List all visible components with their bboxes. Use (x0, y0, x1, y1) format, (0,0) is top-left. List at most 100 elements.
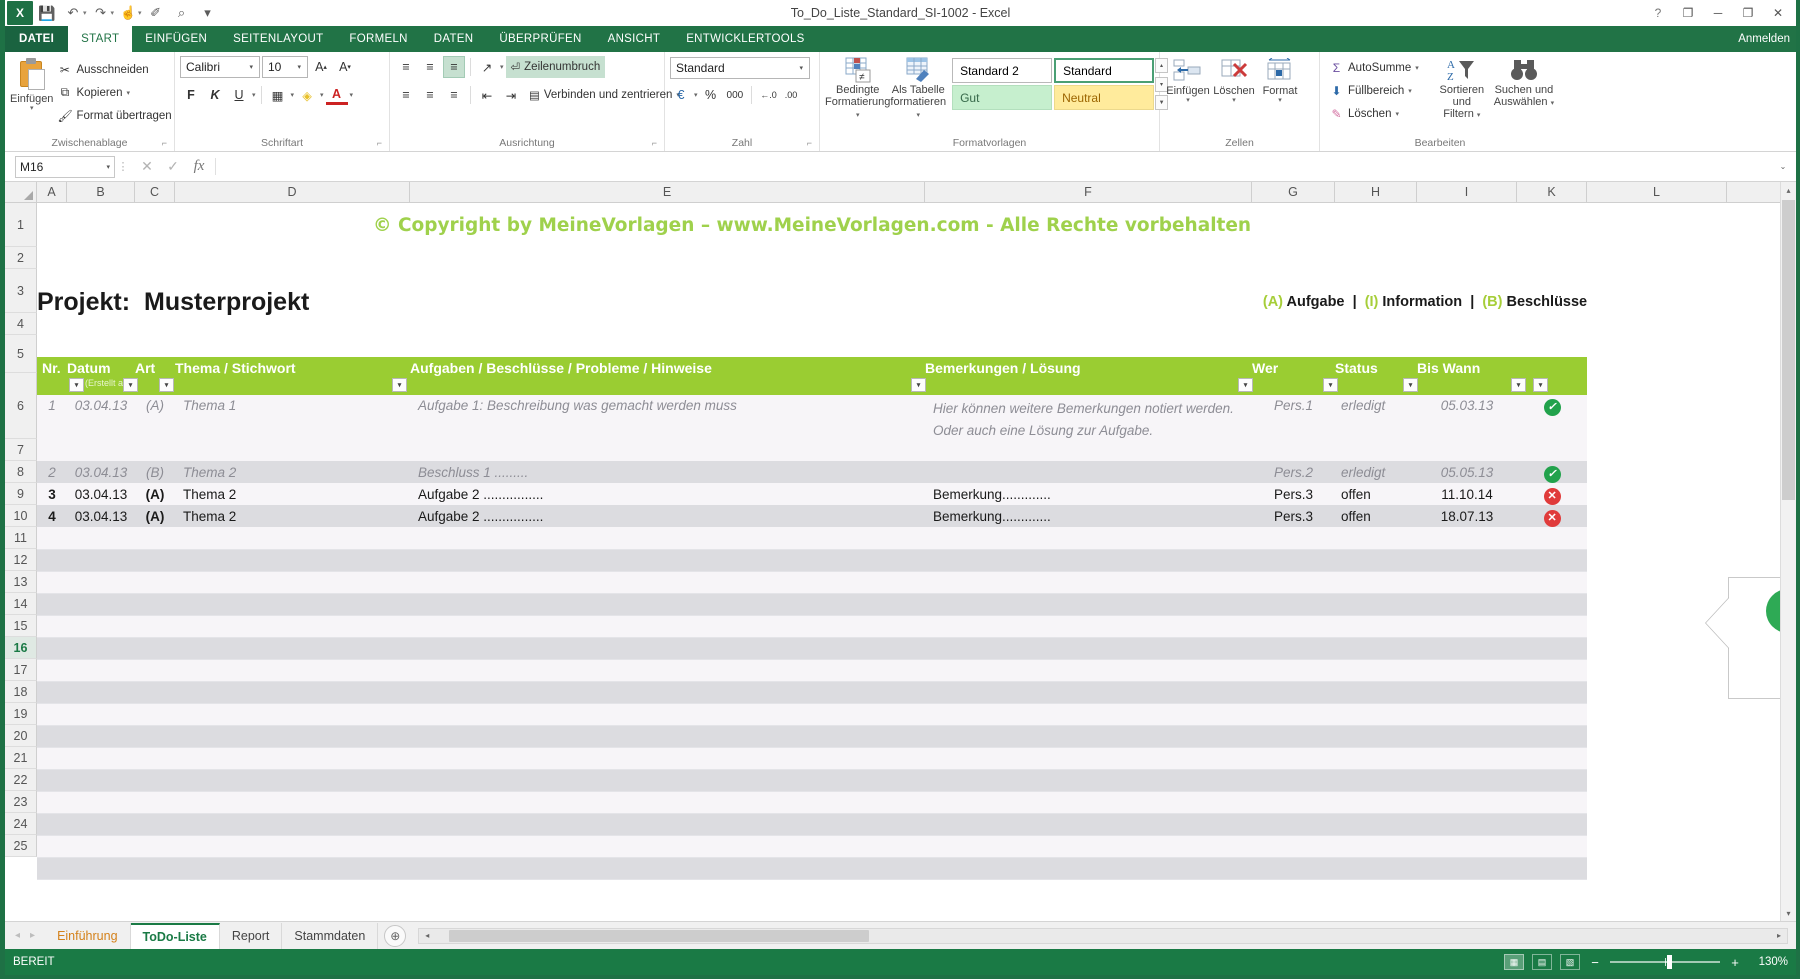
row-header-5[interactable]: 5 (5, 335, 37, 373)
table-row-empty[interactable] (37, 637, 1587, 659)
table-row-empty[interactable] (37, 791, 1587, 813)
table-row[interactable]: 3 03.04.13 (A) Thema 2 Aufgabe 2 .......… (37, 483, 1587, 505)
row-header-15[interactable]: 15 (5, 615, 37, 637)
merge-center-button[interactable]: ▤ Verbinden und zentrieren ▾ (524, 84, 685, 106)
paint-icon[interactable]: ✐ (144, 2, 168, 24)
filter-button-biswann[interactable]: ▾ (1511, 378, 1526, 392)
name-box[interactable]: M16 ▾ (15, 156, 115, 178)
sheet-tab-einfuehrung[interactable]: Einführung (45, 923, 130, 949)
row-header-2[interactable]: 2 (5, 247, 37, 269)
zoom-in-button[interactable]: + (1728, 955, 1742, 970)
thousands-separator-button[interactable]: 000 (724, 84, 747, 106)
filter-button-status[interactable]: ▾ (1403, 378, 1418, 392)
column-header-B[interactable]: B (67, 182, 135, 202)
column-header-D[interactable]: D (175, 182, 410, 202)
touch-dropdown-icon[interactable]: ▾ (138, 9, 142, 17)
print-preview-icon[interactable]: ⌕ (170, 2, 194, 24)
wrap-text-button[interactable]: ⏎ Zeilenumbruch (506, 56, 606, 78)
align-middle-button[interactable]: ≡ (419, 56, 441, 78)
cut-button[interactable]: ✂ Ausschneiden (53, 59, 175, 80)
style-standard-2[interactable]: Standard 2 (952, 58, 1052, 83)
row-header-20[interactable]: 20 (5, 725, 37, 747)
find-select-button[interactable]: Suchen und Auswählen ▾ (1493, 57, 1555, 108)
tab-ansicht[interactable]: ANSICHT (595, 26, 674, 52)
scroll-up-icon[interactable]: ▴ (1781, 182, 1796, 198)
copy-dropdown-icon[interactable]: ▾ (126, 89, 130, 97)
fill-button[interactable]: ⬇ Füllbereich ▾ (1325, 80, 1423, 101)
redo-dropdown-icon[interactable]: ▾ (111, 9, 115, 17)
fill-color-dropdown-icon[interactable]: ▾ (320, 91, 324, 99)
sheet-tab-report[interactable]: Report (220, 923, 283, 949)
conditional-formatting-dropdown-icon[interactable]: ▾ (856, 112, 860, 119)
row-header-18[interactable]: 18 (5, 681, 37, 703)
table-row[interactable]: 4 03.04.13 (A) Thema 2 Aufgabe 2 .......… (37, 505, 1587, 527)
table-row-empty[interactable] (37, 593, 1587, 615)
column-header-C[interactable]: C (135, 182, 175, 202)
sort-filter-button[interactable]: A Z Sortieren und Filtern ▾ (1431, 57, 1493, 120)
decrease-decimal-button[interactable]: .00 (782, 84, 801, 106)
align-center-button[interactable]: ≡ (419, 84, 441, 106)
minimize-icon[interactable]: ─ (1704, 2, 1732, 24)
insert-function-icon[interactable]: fx (191, 158, 207, 175)
copy-button[interactable]: ⧉ Kopieren ▾ (53, 82, 175, 103)
hscroll-left-icon[interactable]: ◂ (419, 931, 435, 940)
table-row-empty[interactable] (37, 769, 1587, 791)
tab-daten[interactable]: DATEN (421, 26, 487, 52)
sheet-tab-stammdaten[interactable]: Stammdaten (282, 923, 378, 949)
cancel-icon[interactable]: ✕ (139, 158, 155, 175)
vertical-scrollbar[interactable]: ▴ ▾ (1780, 182, 1796, 921)
underline-dropdown-icon[interactable]: ▾ (252, 91, 256, 99)
view-page-layout-button[interactable]: ▤ (1532, 954, 1552, 970)
autosum-dropdown-icon[interactable]: ▾ (1415, 64, 1419, 72)
italic-button[interactable]: K (204, 84, 226, 106)
horizontal-scroll-thumb[interactable] (449, 930, 869, 942)
clear-dropdown-icon[interactable]: ▾ (1395, 110, 1399, 118)
view-page-break-button[interactable]: ▧ (1560, 954, 1580, 970)
tab-einfuegen[interactable]: EINFÜGEN (132, 26, 220, 52)
formula-input[interactable] (216, 156, 1774, 178)
percent-button[interactable]: % (700, 84, 722, 106)
add-sheet-button[interactable]: ⊕ (384, 925, 406, 947)
clear-button[interactable]: ✎ Löschen ▾ (1325, 103, 1423, 124)
table-row-empty[interactable] (37, 747, 1587, 769)
restore-icon[interactable]: ❐ (1734, 2, 1762, 24)
format-as-table-dropdown-icon[interactable]: ▾ (916, 112, 920, 119)
style-standard[interactable]: Standard (1054, 58, 1154, 83)
row-header-14[interactable]: 14 (5, 593, 37, 615)
row-header-21[interactable]: 21 (5, 747, 37, 769)
font-name-combo[interactable]: Calibri ▾ (180, 56, 260, 78)
insert-cells-button[interactable]: Einfügen ▾ (1165, 58, 1211, 104)
table-row-empty[interactable] (37, 571, 1587, 593)
zoom-out-button[interactable]: − (1588, 955, 1602, 970)
row-header-3[interactable]: 3 (5, 269, 37, 313)
column-header-H[interactable]: H (1335, 182, 1417, 202)
increase-indent-button[interactable]: ⇥ (500, 84, 522, 106)
row-header-23[interactable]: 23 (5, 791, 37, 813)
column-header-F[interactable]: F (925, 182, 1252, 202)
tab-ueberpruefen[interactable]: ÜBERPRÜFEN (486, 26, 594, 52)
tab-datei[interactable]: DATEI (5, 26, 68, 52)
column-header-L[interactable]: L (1587, 182, 1727, 202)
format-cells-dropdown-icon[interactable]: ▾ (1278, 97, 1282, 104)
decrease-font-size-button[interactable]: A▾ (334, 56, 356, 78)
redo-icon[interactable]: ↷ (89, 2, 113, 24)
number-format-combo[interactable]: Standard ▾ (670, 57, 810, 79)
formula-bar-grip[interactable]: ⋮ (115, 160, 131, 173)
tab-entwicklertools[interactable]: ENTWICKLERTOOLS (673, 26, 817, 52)
orientation-dropdown-icon[interactable]: ▾ (500, 63, 504, 71)
filter-button-art[interactable]: ▾ (159, 378, 174, 392)
conditional-formatting-button[interactable]: ≠ Bedingte Formatierung ▾ (825, 57, 890, 120)
fill-dropdown-icon[interactable]: ▾ (1408, 87, 1412, 95)
row-header-12[interactable]: 12 (5, 549, 37, 571)
tab-start[interactable]: START (68, 26, 132, 52)
table-row-empty[interactable] (37, 725, 1587, 747)
font-name-dropdown-icon[interactable]: ▾ (245, 63, 257, 71)
filter-button-nr[interactable]: ▾ (69, 378, 84, 392)
row-header-24[interactable]: 24 (5, 813, 37, 835)
table-row-empty[interactable] (37, 681, 1587, 703)
delete-cells-dropdown-icon[interactable]: ▾ (1232, 97, 1236, 104)
currency-dropdown-icon[interactable]: ▾ (694, 91, 698, 99)
align-bottom-button[interactable]: ≡ (443, 56, 465, 78)
tab-formeln[interactable]: FORMELN (336, 26, 420, 52)
name-box-dropdown-icon[interactable]: ▾ (106, 163, 110, 171)
